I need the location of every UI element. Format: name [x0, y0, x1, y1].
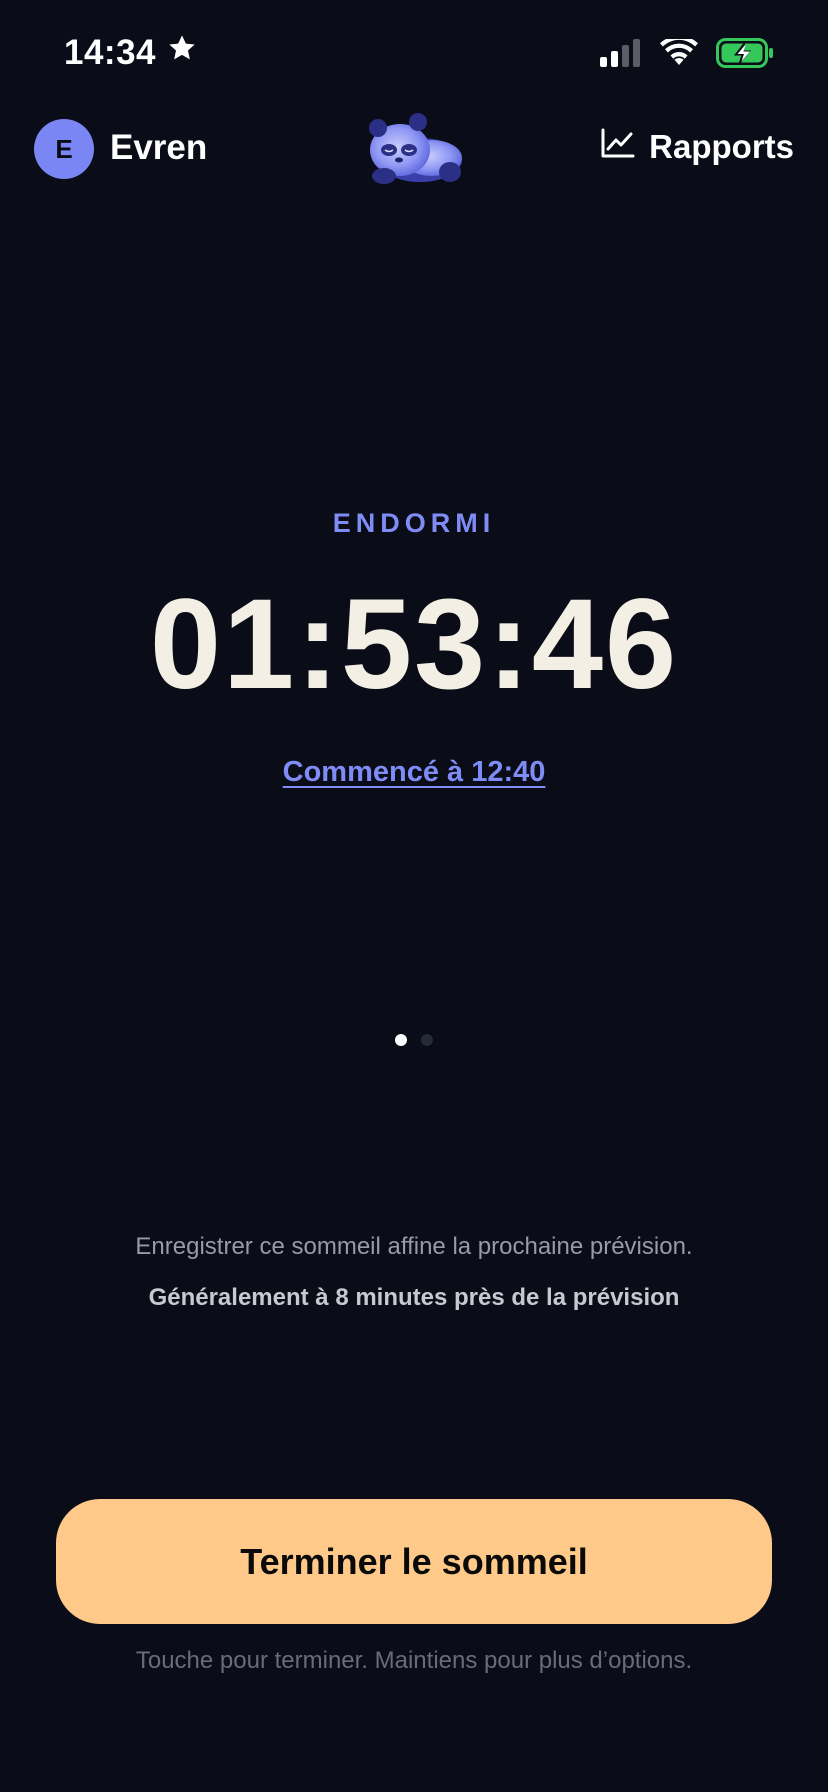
- avatar-initial: E: [55, 133, 73, 164]
- user-avatar[interactable]: E: [34, 119, 94, 179]
- forecast-info-text: Enregistrer ce sommeil affine la prochai…: [135, 1233, 693, 1260]
- status-bar-indicators: [600, 35, 774, 73]
- started-at-row: Commencé à 12:40: [0, 756, 828, 789]
- reports-button[interactable]: Rapports: [601, 128, 794, 166]
- forecast-accuracy-text: Généralement à 8 minutes près de la prév…: [148, 1284, 680, 1311]
- sleeping-panda-icon: [362, 112, 466, 186]
- line-chart-icon: [601, 128, 635, 166]
- status-bar-time: 14:34: [64, 32, 198, 73]
- page-dot-active[interactable]: [395, 1034, 407, 1046]
- page-dot[interactable]: [421, 1034, 433, 1046]
- sleep-timer: 01:53:46: [149, 573, 679, 716]
- user-name[interactable]: Evren: [110, 128, 207, 168]
- page-indicator[interactable]: [0, 1034, 828, 1046]
- end-sleep-button-label: Terminer le sommeil: [240, 1540, 588, 1582]
- sleep-state-label: ENDORMI: [332, 508, 496, 538]
- star-icon: [166, 32, 198, 73]
- started-at-link[interactable]: Commencé à 12:40: [283, 756, 546, 788]
- cellular-signal-icon: [600, 39, 642, 72]
- status-time-text: 14:34: [64, 32, 157, 72]
- battery-charging-icon: [716, 38, 774, 73]
- reports-label: Rapports: [649, 128, 794, 165]
- end-sleep-button[interactable]: Terminer le sommeil: [56, 1499, 772, 1624]
- wifi-icon: [660, 35, 698, 72]
- end-sleep-hint: Touche pour terminer. Maintiens pour plu…: [135, 1647, 693, 1674]
